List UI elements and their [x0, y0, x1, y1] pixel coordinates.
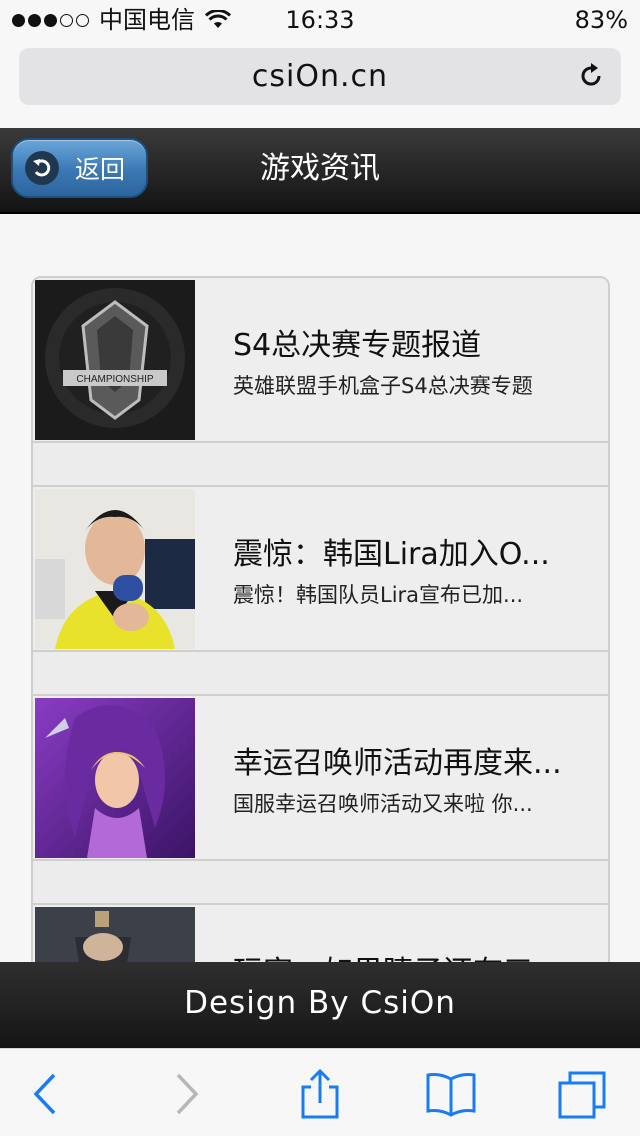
news-title: S4总决赛专题报道	[233, 328, 482, 363]
status-bar: 中国电信 16:33 83%	[0, 0, 640, 40]
app-header: 返回 游戏资讯	[0, 128, 640, 214]
news-item[interactable]: CHAMPIONSHIP S4总决赛专题报道 英雄联盟手机盒子S4总决赛专题	[33, 278, 608, 443]
clock: 16:33	[285, 6, 355, 34]
news-thumbnail	[35, 698, 195, 858]
svg-text:CHAMPIONSHIP: CHAMPIONSHIP	[76, 374, 154, 385]
news-thumbnail	[35, 489, 195, 649]
page-title: 游戏资讯	[260, 151, 380, 186]
list-divider	[33, 650, 608, 696]
news-description: 国服幸运召唤师活动又来啦 你...	[233, 792, 533, 816]
bookmarks-icon[interactable]	[426, 1069, 476, 1119]
address-bar[interactable]: csiOn.cn	[19, 48, 621, 105]
tabs-icon[interactable]	[558, 1069, 608, 1119]
battery-percentage: 83%	[574, 6, 628, 34]
news-item[interactable]: 幸运召唤师活动再度来... 国服幸运召唤师活动又来啦 你...	[33, 696, 608, 861]
browser-address-area: csiOn.cn	[0, 40, 640, 128]
reload-icon[interactable]	[577, 62, 605, 90]
list-divider	[33, 441, 608, 487]
url-text[interactable]: csiOn.cn	[19, 48, 621, 105]
news-item[interactable]: 震惊：韩国Lira加入O... 震惊！韩国队员Lira宣布已加...	[33, 487, 608, 652]
back-chevron-icon[interactable]	[22, 1069, 72, 1119]
news-list: CHAMPIONSHIP S4总决赛专题报道 英雄联盟手机盒子S4总决赛专题 震…	[31, 276, 610, 976]
footer-credit: Design By CsiOn	[0, 962, 640, 1048]
news-thumbnail: CHAMPIONSHIP	[35, 280, 195, 440]
news-description: 英雄联盟手机盒子S4总决赛专题	[233, 374, 533, 398]
share-icon[interactable]	[295, 1069, 345, 1119]
news-description: 震惊！韩国队员Lira宣布已加...	[233, 583, 524, 607]
news-title: 震惊：韩国Lira加入O...	[233, 537, 550, 572]
list-divider	[33, 859, 608, 905]
forward-chevron-icon[interactable]	[160, 1069, 210, 1119]
browser-toolbar	[0, 1048, 640, 1136]
news-title: 幸运召唤师活动再度来...	[233, 746, 562, 781]
